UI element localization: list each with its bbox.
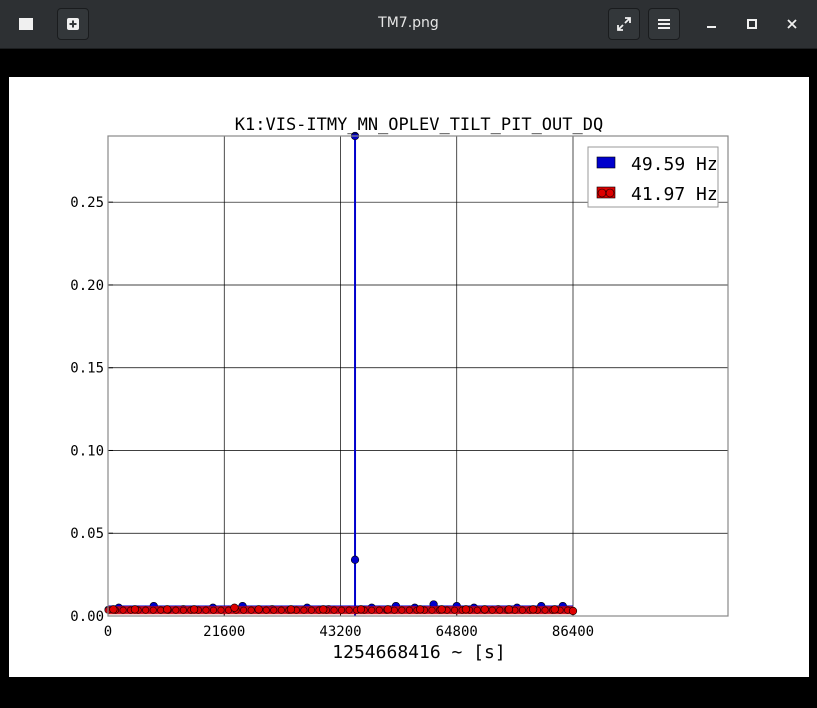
- grid-lines: [107, 136, 728, 617]
- y-tick-label: 0.10: [70, 443, 104, 459]
- add-icon-glyph: [67, 18, 79, 30]
- x-axis-label: 1254668416 ~ [s]: [332, 642, 505, 663]
- close-icon-glyph: [787, 19, 797, 29]
- window-title: TM7.png: [378, 15, 439, 31]
- data-point: [109, 605, 118, 614]
- series-band-marker: [202, 606, 210, 614]
- data-point: [568, 606, 578, 616]
- series-band-marker: [247, 606, 255, 614]
- legend-swatch: [596, 156, 616, 169]
- series-band-marker: [518, 606, 526, 614]
- series-band-marker: [119, 606, 127, 614]
- y-tick-label: 0.05: [70, 526, 104, 542]
- data-point: [529, 605, 538, 614]
- image-icon-glyph: [19, 18, 33, 30]
- fullscreen-icon-glyph: [617, 17, 631, 31]
- data-point: [383, 605, 392, 614]
- series-band-marker: [428, 606, 436, 614]
- maximize-icon-glyph: [747, 19, 757, 29]
- y-tick-label: 0.20: [70, 278, 104, 294]
- series-band-marker: [488, 606, 496, 614]
- series-band-marker: [496, 606, 504, 614]
- data-point: [356, 605, 366, 614]
- series-band-marker: [307, 606, 315, 614]
- data-point: [550, 605, 559, 614]
- fullscreen-icon[interactable]: [608, 8, 640, 40]
- hamburger-menu-icon-glyph: [658, 19, 670, 29]
- axes-frame: [107, 135, 729, 617]
- x-tick-label: 64800: [436, 624, 478, 640]
- add-icon[interactable]: [57, 8, 89, 40]
- series-band-marker: [277, 606, 285, 614]
- series-band-marker: [473, 606, 481, 614]
- minimize-icon-glyph: [707, 26, 716, 28]
- data-point: [350, 555, 360, 564]
- y-tick-label: 0.00: [70, 609, 104, 625]
- close-icon[interactable]: [776, 8, 808, 40]
- chart-title: K1:VIS-ITMY_MN_OPLEV_TILT_PIT_OUT_DQ: [235, 115, 603, 135]
- data-point: [190, 605, 199, 614]
- legend: 49.59 Hz 41.97 Hz: [587, 146, 719, 208]
- data-point: [130, 605, 140, 614]
- x-tick-label: 86400: [552, 624, 594, 640]
- series-band-marker: [345, 606, 353, 614]
- series-band-marker: [179, 606, 187, 614]
- image-icon[interactable]: [10, 8, 42, 40]
- maximize-icon[interactable]: [736, 8, 768, 40]
- title-bar: TM7.png: [0, 0, 817, 49]
- series-band-marker: [262, 606, 270, 614]
- series-0: [104, 131, 573, 616]
- series-band-marker: [405, 606, 413, 614]
- series-band-marker: [375, 606, 383, 614]
- series-band-marker: [270, 606, 278, 614]
- legend-marker: [605, 188, 615, 198]
- minimize-icon[interactable]: [696, 8, 728, 40]
- hamburger-menu-icon[interactable]: [648, 8, 680, 40]
- series-band-marker: [172, 606, 180, 614]
- data-point: [319, 605, 328, 614]
- data-point: [461, 605, 470, 614]
- x-tick-label: 43200: [319, 624, 361, 640]
- legend-label: 41.97 Hz: [631, 184, 718, 205]
- y-tick-label: 0.15: [70, 361, 104, 377]
- chart-svg: 0 21600 43200 64800 86400 0.00 0.05 0.10 0.15 0.2…: [70, 115, 729, 663]
- series-band-marker: [338, 606, 346, 614]
- series-band-marker: [451, 606, 459, 614]
- data-point: [504, 605, 514, 614]
- series-band-marker: [300, 606, 308, 614]
- data-point: [230, 603, 239, 612]
- series-band-marker: [368, 606, 376, 614]
- chart-image: 0 21600 43200 64800 86400 0.00 0.05 0.10 0.15 0.2…: [9, 77, 809, 677]
- series-band-marker: [157, 606, 165, 614]
- tick-labels: 0 21600 43200 64800 86400 0.00 0.05 0.10 0.15 0.2…: [70, 195, 594, 640]
- x-tick-label: 0: [104, 624, 112, 640]
- data-point: [480, 605, 489, 614]
- data-point: [254, 605, 263, 614]
- y-tick-label: 0.25: [70, 195, 104, 211]
- series-band-marker: [209, 606, 217, 614]
- data-point: [416, 605, 425, 614]
- series-band-marker: [149, 606, 157, 614]
- data-point: [163, 605, 172, 614]
- series-band-marker: [330, 606, 338, 614]
- x-tick-label: 21600: [203, 624, 245, 640]
- data-point: [437, 605, 446, 614]
- series-band-marker: [390, 606, 398, 614]
- series-band-marker: [217, 606, 225, 614]
- image-viewer-window: TM7.png 0 21600 43200 64800 86400 0.00 0.05 0.1…: [0, 0, 817, 708]
- series-band-marker: [240, 606, 248, 614]
- series-band-marker: [142, 606, 150, 614]
- legend-label: 49.59 Hz: [631, 154, 718, 175]
- series-band-marker: [398, 606, 406, 614]
- data-point: [286, 605, 296, 614]
- series-band-marker: [541, 606, 549, 614]
- legend-marker: [597, 188, 607, 198]
